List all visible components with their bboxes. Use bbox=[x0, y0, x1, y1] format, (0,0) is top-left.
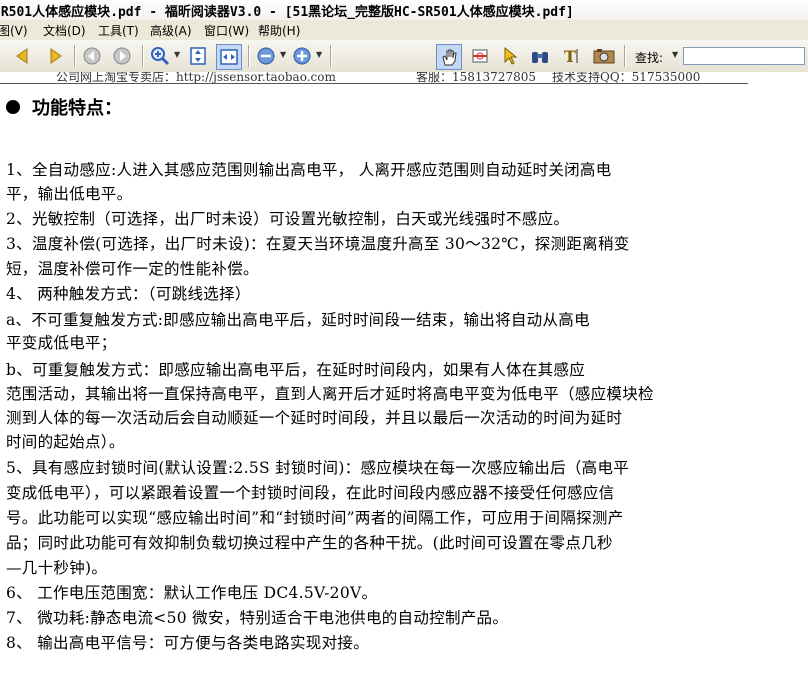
go-back-icon[interactable] bbox=[80, 44, 104, 68]
toolbar-separator bbox=[142, 45, 144, 67]
text-line: —几十秒钟)。 bbox=[6, 559, 108, 577]
zoom-out-icon[interactable] bbox=[254, 44, 278, 68]
text-line: b、可重复触发方式：即感应输出高电平后，在延时时间段内，如果有人体在其感应 bbox=[6, 361, 586, 379]
text-line: 8、 输出高电平信号：可方便与各类电路实现对接。 bbox=[6, 634, 369, 652]
header-rule bbox=[0, 83, 748, 84]
text-line: 时间的起始点）。 bbox=[6, 433, 125, 451]
text-line: 7、 微功耗:静态电流<50 微安，特别适合干电池供电的自动控制产品。 bbox=[6, 609, 509, 627]
chevron-down-icon[interactable]: ▼ bbox=[280, 50, 286, 59]
zoom-plus-icon[interactable] bbox=[290, 44, 314, 68]
menu-help[interactable]: 帮助(H) bbox=[258, 22, 300, 39]
text-line: 品；同时此功能可有效抑制负载切换过程中产生的各种干扰。(此时间可设置在零点几秒 bbox=[6, 534, 613, 552]
text-line: 变成低电平），可以紧跟着设置一个封锁时间段，在此时间段内感应器不接受任何感应信 bbox=[6, 484, 615, 502]
text-line: 2、光敏控制（可选择，出厂时未设）可设置光敏控制，白天或光线强时不感应。 bbox=[6, 210, 570, 228]
page-back-icon[interactable] bbox=[10, 44, 34, 68]
window-title: SR501人体感应模块.pdf - 福昕阅读器V3.0 - [51黑论坛_完整版… bbox=[0, 5, 574, 20]
fit-page-icon[interactable] bbox=[186, 44, 210, 68]
find-label: 查找: bbox=[635, 51, 664, 65]
toolbar-separator bbox=[74, 45, 76, 67]
toolbar: ▼ ▼ ▼ T 查找: ▼ bbox=[0, 40, 808, 73]
text-line: 测到人体的每一次活动后会自动顺延一个延时时间段，并且以最后一次活动的时间为延时 bbox=[6, 409, 623, 427]
go-forward-icon[interactable] bbox=[110, 44, 134, 68]
text-select-icon[interactable]: T bbox=[560, 44, 584, 68]
zoom-in-icon[interactable] bbox=[148, 44, 172, 68]
page-forward-icon[interactable] bbox=[44, 44, 68, 68]
text-line: 3、温度补偿(可选择，出厂时未设)：在夏天当环境温度升高至 30～32℃，探测距… bbox=[6, 235, 630, 253]
select-arrow-icon[interactable] bbox=[498, 44, 522, 68]
text-line: 平，输出低电平。 bbox=[6, 185, 133, 203]
section-heading: 功能特点： bbox=[6, 94, 122, 120]
toolbar-separator bbox=[248, 45, 250, 67]
menu-advanced[interactable]: 高级(A) bbox=[150, 22, 192, 39]
chevron-down-icon[interactable]: ▼ bbox=[174, 50, 180, 59]
text-line: 平变成低电平； bbox=[6, 334, 117, 352]
menu-tools[interactable]: 工具(T) bbox=[98, 22, 139, 39]
svg-text:T: T bbox=[564, 47, 576, 66]
window-title-bar: SR501人体感应模块.pdf - 福昕阅读器V3.0 - [51黑论坛_完整版… bbox=[0, 0, 808, 21]
toolbar-separator bbox=[330, 45, 332, 67]
text-line: 4、 两种触发方式：（可跳线选择） bbox=[6, 285, 251, 303]
page-header: 公司网上淘宝专卖店：http://jssensor.taobao.com 客服：… bbox=[0, 72, 748, 84]
menu-bar: 图(V) 文档(D) 工具(T) 高级(A) 窗口(W) 帮助(H) bbox=[0, 20, 808, 41]
find-input[interactable] bbox=[683, 47, 805, 65]
text-line: 6、 工作电压范围宽：默认工作电压 DC4.5V-20V。 bbox=[6, 584, 378, 602]
binoculars-icon[interactable] bbox=[528, 44, 552, 68]
menu-view[interactable]: 图(V) bbox=[0, 22, 28, 39]
text-line: 范围活动，其输出将一直保持高电平，直到人离开后才延时将高电平变为低电平（感应模块… bbox=[6, 385, 654, 403]
menu-document[interactable]: 文档(D) bbox=[43, 22, 86, 39]
chevron-down-icon[interactable]: ▼ bbox=[316, 50, 322, 59]
bullet-icon bbox=[6, 100, 20, 114]
text-line: 1、全自动感应:人进入其感应范围则输出高电平， 人离开感应范围则自动延时关闭高电 bbox=[6, 161, 612, 179]
text-line: 短，温度补偿可作一定的性能补偿。 bbox=[6, 260, 259, 278]
hand-tool-icon[interactable] bbox=[436, 44, 462, 70]
menu-window[interactable]: 窗口(W) bbox=[204, 22, 249, 39]
text-line: a、不可重复触发方式:即感应输出高电平后，延时时间段一结束，输出将自动从高电 bbox=[6, 311, 590, 329]
section-title: 功能特点： bbox=[32, 98, 122, 119]
camera-icon[interactable] bbox=[592, 44, 616, 68]
document-page: 公司网上淘宝专卖店：http://jssensor.taobao.com 客服：… bbox=[0, 72, 808, 691]
fit-width-icon[interactable] bbox=[216, 44, 242, 70]
text-line: 5、具有感应封锁时间(默认设置:2.5S 封锁时间)：感应模块在每一次感应输出后… bbox=[6, 459, 630, 477]
chevron-down-icon[interactable]: ▼ bbox=[672, 50, 678, 59]
snapshot-icon[interactable] bbox=[468, 44, 492, 68]
toolbar-separator bbox=[624, 45, 626, 67]
text-line: 号。此功能可以实现“感应输出时间”和“封锁时间”两者的间隔工作，可应用于间隔探测… bbox=[6, 509, 624, 527]
